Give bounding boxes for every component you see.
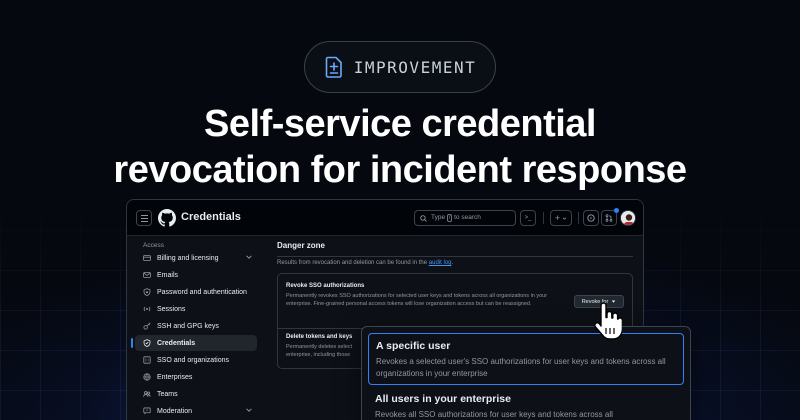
sidebar-heading: Access [143, 242, 164, 249]
globe-icon [143, 373, 151, 381]
section-divider [277, 256, 633, 257]
option-description: Revokes all SSO authorizations for user … [375, 410, 613, 419]
revoke-sso-description: Permanently revokes SSO authorizations f… [286, 293, 548, 307]
revoke-scope-menu: A specific user Revokes a selected user'… [361, 326, 691, 420]
section-title: Danger zone [277, 241, 326, 250]
sidebar-item-label: Emails [157, 271, 179, 279]
create-new-button[interactable]: + [550, 210, 572, 226]
sidebar-item-label: Teams [157, 390, 178, 398]
page-title: Credentials [181, 211, 241, 223]
people-icon [143, 391, 151, 397]
broadcast-icon [143, 306, 151, 312]
search-icon [420, 214, 427, 222]
avatar[interactable] [620, 210, 636, 226]
chevron-down-icon [562, 216, 567, 220]
plus-icon: + [554, 213, 561, 223]
sidebar-item-label: Password and authentication [157, 288, 247, 296]
delete-tokens-title: Delete tokens and keys [286, 334, 353, 340]
revoke-sso-title: Revoke SSO authorizations [286, 283, 365, 289]
github-logo-icon[interactable] [158, 209, 176, 227]
sidebar-item-label: Moderation [157, 407, 193, 415]
credit-card-icon [143, 255, 151, 261]
option-description: Revokes a selected user's SSO authorizat… [376, 357, 666, 378]
diff-added-icon [324, 55, 344, 79]
sidebar-item-label: Sessions [157, 305, 186, 313]
sidebar-item-billing[interactable]: Billing and licensing [135, 250, 257, 266]
sidebar-item-sso[interactable]: SSO and organizations [135, 352, 257, 368]
sidebar-item-label: Billing and licensing [157, 254, 219, 262]
issue-icon [587, 214, 595, 222]
notification-indicator [614, 208, 619, 213]
terminal-icon: >_ [524, 215, 532, 221]
command-palette-button[interactable]: >_ [520, 210, 536, 226]
sidebar-item-credentials[interactable]: Credentials [131, 335, 257, 351]
chevron-down-icon [246, 408, 252, 412]
shield-icon [143, 339, 151, 347]
sidebar-item-teams[interactable]: Teams [135, 386, 257, 402]
organization-icon [143, 356, 151, 364]
issues-button[interactable] [583, 210, 599, 226]
option-title: All users in your enterprise [375, 393, 511, 405]
top-bar: Credentials Type / to search >_ + [127, 200, 643, 236]
sidebar-item-label: SSH and GPG keys [157, 322, 219, 330]
headline-line-2: revocation for incident response [113, 149, 687, 191]
sidebar-item-enterprises[interactable]: Enterprises [135, 369, 257, 385]
improvement-badge: IMPROVEMENT [304, 41, 496, 93]
sidebar-item-label: SSO and organizations [157, 356, 229, 364]
sidebar-item-label: Enterprises [157, 373, 193, 381]
menu-option-all-users[interactable]: All users in your enterprise Revokes all… [368, 387, 684, 420]
mail-icon [143, 272, 151, 278]
sidebar-item-label: Credentials [157, 339, 196, 347]
sidebar-item-ssh-keys[interactable]: SSH and GPG keys [135, 318, 257, 334]
chevron-down-icon [246, 255, 252, 259]
option-title: A specific user [376, 340, 451, 352]
toolbar-divider [578, 212, 579, 224]
search-input[interactable]: Type / to search [414, 210, 516, 226]
sidebar-item-sessions[interactable]: Sessions [135, 301, 257, 317]
sidebar-item-emails[interactable]: Emails [135, 267, 257, 283]
menu-button[interactable] [136, 210, 152, 226]
headline: Self-service credential revocation for i… [0, 101, 800, 193]
shield-lock-icon [143, 288, 151, 296]
active-indicator [131, 338, 133, 348]
audit-log-link[interactable]: audit log [429, 260, 452, 266]
hand-pointer-icon [594, 302, 622, 340]
key-icon [143, 322, 151, 330]
sidebar: Access Billing and licensing Emails Pass… [131, 236, 259, 420]
report-icon [143, 407, 151, 415]
headline-line-1: Self-service credential [204, 103, 596, 145]
sidebar-item-password[interactable]: Password and authentication [135, 284, 257, 300]
toolbar-divider [543, 212, 544, 224]
audit-info-text: Results from revocation and deletion can… [277, 260, 454, 266]
sidebar-item-moderation[interactable]: Moderation [135, 403, 257, 419]
slash-key: / [446, 214, 453, 222]
search-placeholder: Type / to search [431, 214, 481, 222]
badge-label: IMPROVEMENT [353, 57, 477, 77]
menu-option-specific-user[interactable]: A specific user Revokes a selected user'… [368, 333, 684, 385]
